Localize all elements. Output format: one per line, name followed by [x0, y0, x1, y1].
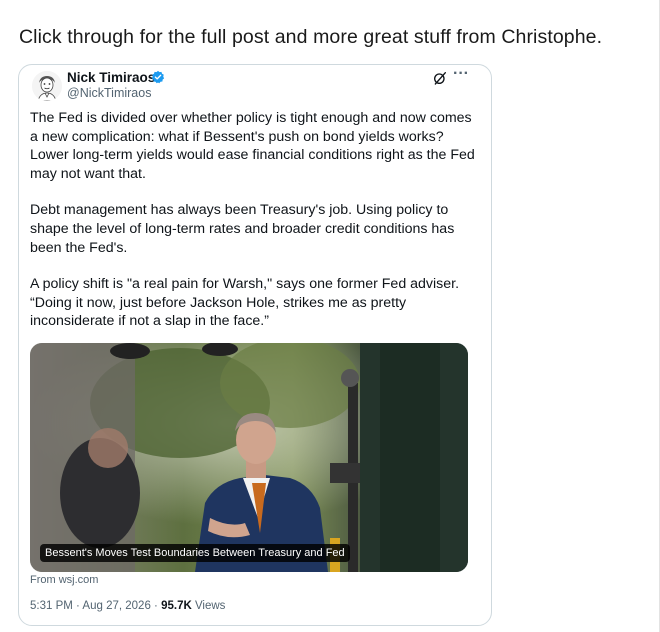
grok-icon[interactable]	[432, 70, 448, 86]
author-avatar[interactable]	[32, 71, 62, 101]
link-preview-image[interactable]: Bessent's Moves Test Boundaries Between …	[30, 343, 468, 572]
post-date[interactable]: Aug 27, 2026	[82, 600, 150, 612]
views-count: 95.7K	[161, 600, 192, 612]
link-preview-title[interactable]: Bessent's Moves Test Boundaries Between …	[40, 544, 350, 562]
author-name[interactable]: Nick Timiraos	[67, 70, 155, 85]
post-paragraph: Debt management has always been Treasury…	[30, 202, 455, 256]
views-label: Views	[194, 600, 226, 612]
link-source[interactable]: From wsj.com	[30, 574, 98, 586]
more-options-icon[interactable]: ···	[453, 65, 469, 83]
author-handle[interactable]: @NickTimiraos	[67, 86, 151, 100]
intro-text: Click through for the full post and more…	[19, 26, 603, 48]
post-time[interactable]: 5:31 PM	[30, 600, 73, 612]
news-photo	[30, 343, 468, 572]
post-paragraph: A policy shift is "a real pain for Warsh…	[30, 276, 460, 330]
post-text: The Fed is divided over whether policy i…	[30, 109, 482, 349]
embedded-post-card[interactable]: Nick Timiraos @NickTimiraos ··· The Fed …	[18, 64, 492, 626]
post-metadata: 5:31 PM · Aug 27, 2026 · 95.7K Views	[30, 600, 225, 612]
verified-badge-icon	[151, 70, 165, 84]
post-paragraph: The Fed is divided over whether policy i…	[30, 110, 475, 182]
